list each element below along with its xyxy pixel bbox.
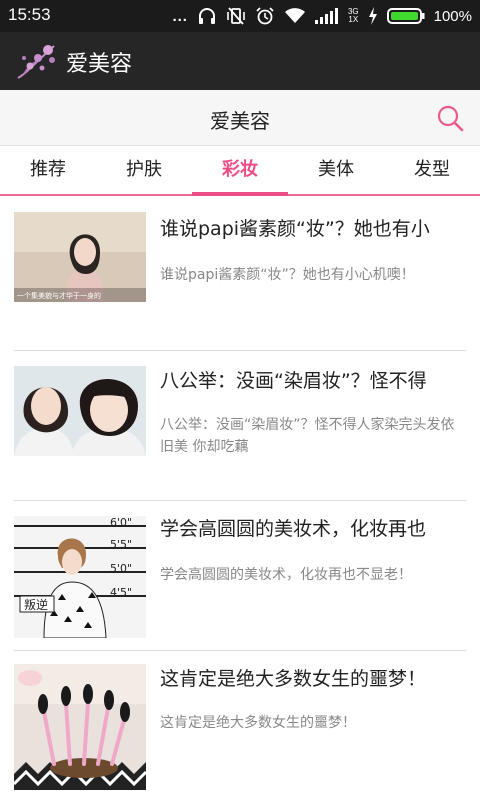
article-summary: 谁说papi酱素颜“妆”？她也有小心机噢！ — [160, 267, 415, 283]
article-title: 谁说papi酱素颜“妆”？她也有小 — [160, 218, 430, 240]
article-summary: 这肯定是绝大多数女生的噩梦！ — [160, 715, 356, 731]
alarm-icon — [255, 7, 275, 25]
tab-body[interactable]: 美体 — [288, 146, 384, 194]
category-tabs: 推荐 护肤 彩妆 美体 发型 — [0, 146, 480, 196]
network-type: 3G 1X — [347, 7, 359, 24]
battery-percent: 100% — [433, 7, 472, 25]
status-bar: 15:53 ... 3G 1X 100% — [0, 0, 480, 32]
status-icons: ... 3G 1X 100% — [172, 4, 472, 28]
height-mark: 5'0" — [110, 562, 132, 575]
charging-icon — [368, 7, 378, 25]
height-mark: 4'5" — [110, 586, 132, 599]
article-thumbnail — [14, 366, 146, 456]
headphones-icon — [197, 7, 217, 25]
app-title: 爱美容 — [66, 52, 133, 77]
divider — [14, 350, 466, 351]
app-logo-icon — [14, 38, 60, 84]
article-summary: 八公举：没画“染眉妆”？怪不得人家染完头发依旧美 你却吃藕 — [160, 417, 455, 455]
tab-recommend[interactable]: 推荐 — [0, 146, 96, 194]
signal-icon — [314, 8, 339, 24]
search-button[interactable] — [436, 104, 464, 132]
notification-dots: ... — [172, 7, 188, 25]
divider — [14, 650, 466, 651]
status-time: 15:53 — [8, 5, 51, 24]
height-mark: 6'0" — [110, 516, 132, 529]
article-thumbnail: 一个集美貌与才华于一身的 — [14, 212, 146, 302]
search-icon — [437, 105, 464, 132]
app-bar: 爱美容 — [0, 32, 480, 90]
article-title: 学会高圆圆的美妆术，化妆再也 — [160, 518, 427, 540]
battery-icon — [386, 7, 425, 25]
tab-skincare[interactable]: 护肤 — [96, 146, 192, 194]
height-mark: 5'5" — [110, 538, 132, 551]
page-title: 爱美容 — [210, 109, 270, 133]
article-title: 这肯定是绝大多数女生的噩梦！ — [160, 668, 427, 690]
tab-hairstyle[interactable]: 发型 — [384, 146, 480, 194]
article-title: 八公举：没画“染眉妆”？怪不得 — [160, 370, 427, 392]
title-bar: 爱美容 — [0, 90, 480, 146]
article-thumbnail — [14, 664, 146, 790]
sign-text: 叛逆 — [24, 597, 48, 612]
divider — [14, 500, 466, 501]
vibrate-off-icon — [226, 7, 246, 25]
article-summary: 学会高圆圆的美妆术，化妆再也不显老！ — [160, 567, 412, 583]
thumbnail-caption: 一个集美貌与才华于一身的 — [17, 291, 101, 300]
wifi-icon — [284, 7, 306, 25]
tab-makeup[interactable]: 彩妆 — [192, 146, 288, 196]
article-thumbnail: 6'0" 5'5" 5'0" 4'5" 叛逆 — [14, 516, 146, 638]
